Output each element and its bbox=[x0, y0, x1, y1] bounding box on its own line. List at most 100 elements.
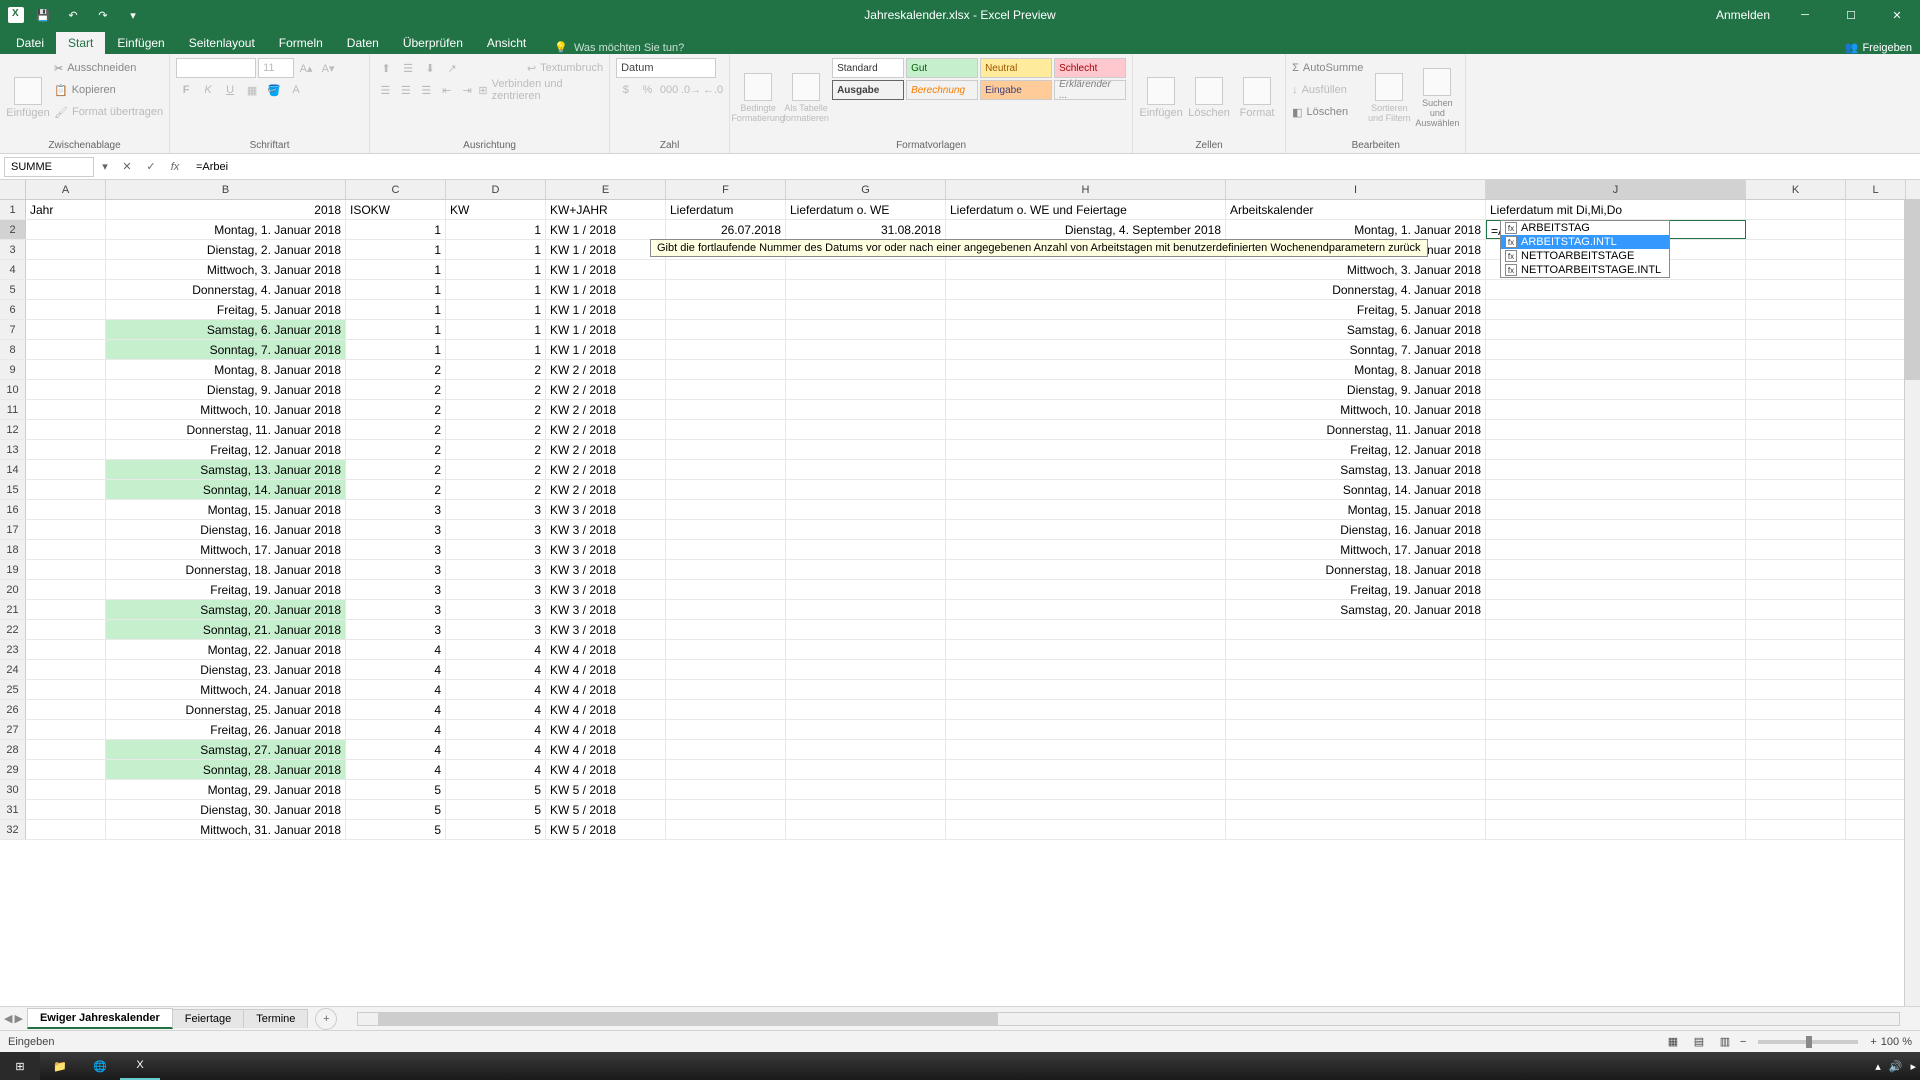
vertical-scrollbar[interactable] bbox=[1904, 200, 1920, 1006]
row-header[interactable]: 30 bbox=[0, 780, 26, 799]
col-header[interactable]: H bbox=[946, 180, 1226, 199]
horizontal-scrollbar[interactable] bbox=[357, 1012, 1900, 1026]
row-header[interactable]: 23 bbox=[0, 640, 26, 659]
func-item[interactable]: fxNETTOARBEITSTAGE bbox=[1501, 249, 1669, 263]
row-header[interactable]: 10 bbox=[0, 380, 26, 399]
table-row[interactable]: 27 Freitag, 26. Januar 2018 4 4 KW 4 / 2… bbox=[0, 720, 1920, 740]
normal-view-icon[interactable]: ▦ bbox=[1662, 1033, 1684, 1051]
sheet-nav-next-icon[interactable]: ▶ bbox=[14, 1012, 22, 1025]
style-eingabe[interactable]: Eingabe bbox=[980, 80, 1052, 100]
row-header[interactable]: 11 bbox=[0, 400, 26, 419]
row-header[interactable]: 9 bbox=[0, 360, 26, 379]
tab-seitenlayout[interactable]: Seitenlayout bbox=[177, 32, 267, 54]
zoom-thumb[interactable] bbox=[1806, 1036, 1812, 1048]
col-header[interactable]: D bbox=[446, 180, 546, 199]
table-row[interactable]: 11 Mittwoch, 10. Januar 2018 2 2 KW 2 / … bbox=[0, 400, 1920, 420]
excel-taskbar-icon[interactable]: X bbox=[120, 1052, 160, 1080]
table-row[interactable]: 7 Samstag, 6. Januar 2018 1 1 KW 1 / 201… bbox=[0, 320, 1920, 340]
table-row[interactable]: 6 Freitag, 5. Januar 2018 1 1 KW 1 / 201… bbox=[0, 300, 1920, 320]
table-row[interactable]: 5 Donnerstag, 4. Januar 2018 1 1 KW 1 / … bbox=[0, 280, 1920, 300]
table-row[interactable]: 17 Dienstag, 16. Januar 2018 3 3 KW 3 / … bbox=[0, 520, 1920, 540]
table-row[interactable]: 20 Freitag, 19. Januar 2018 3 3 KW 3 / 2… bbox=[0, 580, 1920, 600]
table-row[interactable]: 14 Samstag, 13. Januar 2018 2 2 KW 2 / 2… bbox=[0, 460, 1920, 480]
table-row[interactable]: 21 Samstag, 20. Januar 2018 3 3 KW 3 / 2… bbox=[0, 600, 1920, 620]
table-row[interactable]: 8 Sonntag, 7. Januar 2018 1 1 KW 1 / 201… bbox=[0, 340, 1920, 360]
table-row[interactable]: 12 Donnerstag, 11. Januar 2018 2 2 KW 2 … bbox=[0, 420, 1920, 440]
row-header[interactable]: 31 bbox=[0, 800, 26, 819]
row-header[interactable]: 21 bbox=[0, 600, 26, 619]
cut-button[interactable]: ✂Ausschneiden bbox=[54, 58, 163, 78]
table-row[interactable]: 18 Mittwoch, 17. Januar 2018 3 3 KW 3 / … bbox=[0, 540, 1920, 560]
func-item[interactable]: fxARBEITSTAG bbox=[1501, 221, 1669, 235]
tab-einfuegen[interactable]: Einfügen bbox=[105, 32, 176, 54]
row-header[interactable]: 28 bbox=[0, 740, 26, 759]
maximize-icon[interactable]: ☐ bbox=[1828, 0, 1874, 30]
save-icon[interactable]: 💾 bbox=[32, 4, 54, 26]
row-header[interactable]: 3 bbox=[0, 240, 26, 259]
redo-icon[interactable]: ↷ bbox=[92, 4, 114, 26]
number-format-select[interactable]: Datum bbox=[616, 58, 716, 78]
zoom-in-icon[interactable]: + bbox=[1870, 1036, 1876, 1048]
tab-ansicht[interactable]: Ansicht bbox=[475, 32, 538, 54]
row-header[interactable]: 29 bbox=[0, 760, 26, 779]
row-header[interactable]: 14 bbox=[0, 460, 26, 479]
table-row[interactable]: 25 Mittwoch, 24. Januar 2018 4 4 KW 4 / … bbox=[0, 680, 1920, 700]
table-row[interactable]: 22 Sonntag, 21. Januar 2018 3 3 KW 3 / 2… bbox=[0, 620, 1920, 640]
col-header[interactable]: L bbox=[1846, 180, 1906, 199]
col-header[interactable]: C bbox=[346, 180, 446, 199]
table-row[interactable]: 31 Dienstag, 30. Januar 2018 5 5 KW 5 / … bbox=[0, 800, 1920, 820]
tab-ueberpruefen[interactable]: Überprüfen bbox=[391, 32, 475, 54]
row-header[interactable]: 24 bbox=[0, 660, 26, 679]
close-icon[interactable]: ✕ bbox=[1874, 0, 1920, 30]
row-header[interactable]: 22 bbox=[0, 620, 26, 639]
find-select-button[interactable]: Suchen und Auswählen bbox=[1415, 58, 1459, 138]
zoom-slider[interactable] bbox=[1758, 1040, 1858, 1044]
tray-up-icon[interactable]: ▴ bbox=[1875, 1060, 1881, 1073]
table-row[interactable]: 24 Dienstag, 23. Januar 2018 4 4 KW 4 / … bbox=[0, 660, 1920, 680]
row-header[interactable]: 20 bbox=[0, 580, 26, 599]
page-break-view-icon[interactable]: ▥ bbox=[1714, 1033, 1736, 1051]
file-explorer-icon[interactable]: 📁 bbox=[40, 1052, 80, 1080]
row-header[interactable]: 17 bbox=[0, 520, 26, 539]
row-header[interactable]: 15 bbox=[0, 480, 26, 499]
scroll-thumb[interactable] bbox=[1905, 200, 1920, 380]
style-standard[interactable]: Standard bbox=[832, 58, 904, 78]
row-header[interactable]: 2 bbox=[0, 220, 26, 239]
browser-icon[interactable]: 🌐 bbox=[80, 1052, 120, 1080]
row-header[interactable]: 26 bbox=[0, 700, 26, 719]
spreadsheet-grid[interactable]: A B C D E F G H I J K L 1 Jahr 2018 ISOK… bbox=[0, 180, 1920, 1006]
col-header[interactable]: G bbox=[786, 180, 946, 199]
tab-formeln[interactable]: Formeln bbox=[267, 32, 335, 54]
table-row[interactable]: 32 Mittwoch, 31. Januar 2018 5 5 KW 5 / … bbox=[0, 820, 1920, 840]
col-header[interactable]: B bbox=[106, 180, 346, 199]
style-neutral[interactable]: Neutral bbox=[980, 58, 1052, 78]
col-header[interactable]: J bbox=[1486, 180, 1746, 199]
style-gut[interactable]: Gut bbox=[906, 58, 978, 78]
style-ausgabe[interactable]: Ausgabe bbox=[832, 80, 904, 100]
autosum-button[interactable]: ΣAutoSumme bbox=[1292, 58, 1363, 78]
table-row[interactable]: 23 Montag, 22. Januar 2018 4 4 KW 4 / 20… bbox=[0, 640, 1920, 660]
page-layout-view-icon[interactable]: ▤ bbox=[1688, 1033, 1710, 1051]
tab-start[interactable]: Start bbox=[56, 32, 105, 54]
table-row[interactable]: 19 Donnerstag, 18. Januar 2018 3 3 KW 3 … bbox=[0, 560, 1920, 580]
style-schlecht[interactable]: Schlecht bbox=[1054, 58, 1126, 78]
col-header[interactable]: E bbox=[546, 180, 666, 199]
sheet-tab[interactable]: Termine bbox=[243, 1009, 308, 1028]
share-button[interactable]: Freigeben bbox=[1862, 42, 1912, 54]
clear-button[interactable]: ◧Löschen bbox=[1292, 102, 1363, 122]
row-header[interactable]: 25 bbox=[0, 680, 26, 699]
tell-me-search[interactable]: 💡 Was möchten Sie tun? bbox=[538, 41, 684, 54]
row-header[interactable]: 4 bbox=[0, 260, 26, 279]
func-item[interactable]: fxNETTOARBEITSTAGE.INTL bbox=[1501, 263, 1669, 277]
volume-icon[interactable]: 🔊 bbox=[1889, 1060, 1903, 1073]
select-all-corner[interactable] bbox=[0, 180, 26, 199]
row-header[interactable]: 16 bbox=[0, 500, 26, 519]
sheet-tab[interactable]: Ewiger Jahreskalender bbox=[27, 1008, 173, 1029]
row-header[interactable]: 12 bbox=[0, 420, 26, 439]
sheet-nav-prev-icon[interactable]: ◀ bbox=[4, 1012, 12, 1025]
col-header[interactable]: I bbox=[1226, 180, 1486, 199]
table-row[interactable]: 30 Montag, 29. Januar 2018 5 5 KW 5 / 20… bbox=[0, 780, 1920, 800]
formula-input[interactable]: =Arbei bbox=[190, 161, 1920, 173]
table-row[interactable]: 15 Sonntag, 14. Januar 2018 2 2 KW 2 / 2… bbox=[0, 480, 1920, 500]
row-header[interactable]: 32 bbox=[0, 820, 26, 839]
